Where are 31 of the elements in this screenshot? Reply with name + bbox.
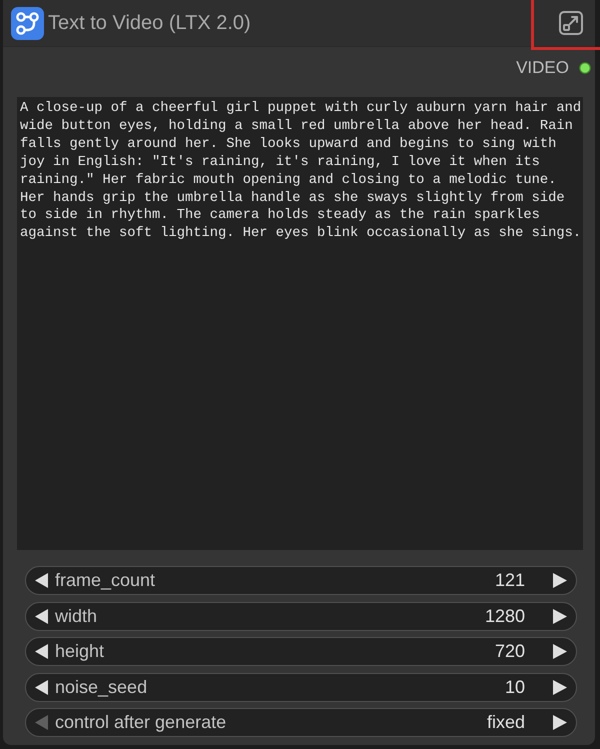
left-arrow-icon[interactable]: [35, 644, 48, 659]
right-arrow-icon[interactable]: [553, 715, 567, 730]
stepper-widget[interactable]: height 720: [25, 637, 577, 666]
connector-dot-icon[interactable]: [579, 62, 591, 74]
output-label: VIDEO: [516, 58, 569, 78]
right-arrow-icon[interactable]: [553, 680, 567, 694]
right-arrow-icon[interactable]: [553, 644, 567, 659]
right-arrow-icon[interactable]: [553, 573, 567, 588]
stepper-widget[interactable]: width 1280: [25, 602, 577, 630]
node-title: Text to Video (LTX 2.0): [48, 12, 252, 34]
expand-icon[interactable]: [559, 11, 583, 35]
stepper-widget[interactable]: frame_count 121: [25, 566, 577, 595]
right-arrow-icon[interactable]: [553, 608, 567, 624]
prompt-text-area[interactable]: A close-up of a cheerful girl puppet with curly auburn yarn hair and wide button eyes, holding a small red umbrella above her head. Rain falls gently around her. She looks upward and begins to sing with joy in English: "It's raining, it's raining, I love it when its raining." Her fabric mouth opening and closing to a melodic tune. Her hands grip the umbrella handle as she sways slightly from side to side in rhythm. The camera holds steady as the rain sparkles against the soft lighting. Her eyes blink occasionally as she sings.: [17, 97, 583, 550]
left-arrow-icon[interactable]: [35, 608, 48, 624]
flow-icon: [11, 6, 44, 40]
widget-label: frame_count: [55, 570, 156, 591]
stepper-widget[interactable]: noise_seed 10: [25, 672, 577, 702]
widget-label: noise_seed: [55, 676, 148, 698]
widget-value: 1280: [484, 606, 525, 626]
left-arrow-icon[interactable]: [35, 573, 48, 588]
widget-value: 121: [494, 570, 525, 591]
stepper-widget[interactable]: control after generate fixed: [25, 708, 577, 737]
widget-value: fixed: [486, 712, 525, 733]
widget-value: 720: [494, 641, 525, 662]
left-arrow-icon[interactable]: [35, 680, 48, 694]
widget-label: control after generate: [55, 712, 228, 733]
widget-label: height: [55, 641, 106, 662]
highlight-frame: [531, 0, 600, 50]
widget-value: 10: [504, 676, 525, 698]
widget-label: width: [55, 606, 98, 626]
